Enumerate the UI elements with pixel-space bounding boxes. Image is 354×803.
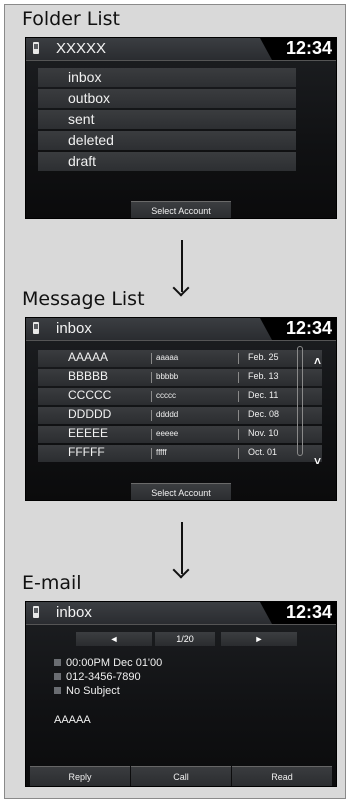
- read-button[interactable]: Read: [232, 766, 332, 786]
- divider: [238, 410, 239, 421]
- message-sender: EEEEE: [68, 426, 109, 440]
- message-date: Nov. 10: [248, 428, 279, 438]
- subject-icon: [54, 687, 61, 694]
- email-datetime: 00:00PM Dec 01'00: [66, 657, 163, 669]
- section-title-folder-list: Folder List: [22, 8, 120, 30]
- message-sender: FFFFF: [68, 445, 105, 459]
- message-sender: AAAAA: [68, 350, 109, 364]
- status-bar: inbox 12:34: [26, 318, 336, 341]
- folder-title: inbox: [56, 320, 92, 337]
- folder-item-outbox[interactable]: outbox: [38, 89, 296, 108]
- folder-label: deleted: [68, 132, 114, 148]
- status-bar: inbox 12:34: [26, 602, 336, 625]
- message-subject: ddddd: [156, 410, 179, 419]
- folder-item-sent[interactable]: sent: [38, 110, 296, 129]
- message-sender: BBBBB: [68, 369, 109, 383]
- email-subject-line: No Subject: [54, 685, 120, 697]
- phone-icon: [33, 606, 39, 618]
- folder-title: inbox: [56, 604, 92, 621]
- account-title: XXXXX: [56, 40, 107, 57]
- divider: [238, 429, 239, 440]
- clock-icon: [54, 659, 61, 666]
- divider: [151, 429, 152, 440]
- message-row[interactable]: AAAAA aaaaa Feb. 25: [38, 350, 322, 367]
- message-subject: fffff: [156, 448, 167, 457]
- select-account-button[interactable]: Select Account: [131, 201, 231, 218]
- message-date: Feb. 13: [248, 371, 279, 381]
- page-indicator: 1/20: [155, 632, 215, 646]
- message-subject: ccccc: [156, 391, 176, 400]
- email-screen: inbox 12:34 ◄ 1/20 ► 00:00PM Dec 01'00 0…: [26, 602, 336, 786]
- message-list-screen: inbox 12:34 AAAAA aaaaa Feb. 25 BBBBB bb…: [26, 318, 336, 500]
- message-date: Feb. 25: [248, 352, 279, 362]
- email-datetime-line: 00:00PM Dec 01'00: [54, 657, 162, 669]
- folder-label: inbox: [68, 69, 102, 85]
- message-row[interactable]: BBBBB bbbbb Feb. 13: [38, 369, 322, 386]
- folder-item-inbox[interactable]: inbox: [38, 68, 296, 87]
- email-phone: 012-3456-7890: [66, 671, 141, 683]
- message-row[interactable]: EEEEE eeeee Nov. 10: [38, 426, 322, 443]
- divider: [151, 448, 152, 459]
- email-body: AAAAA: [54, 714, 91, 726]
- message-row[interactable]: FFFFF fffff Oct. 01: [38, 445, 322, 462]
- divider: [151, 391, 152, 402]
- divider: [238, 391, 239, 402]
- email-nav-bar: ◄ 1/20 ►: [58, 632, 308, 646]
- phone-icon: [33, 322, 39, 334]
- divider: [151, 410, 152, 421]
- message-subject: aaaaa: [156, 353, 179, 362]
- message-date: Dec. 11: [248, 390, 279, 400]
- next-email-button[interactable]: ►: [221, 632, 297, 646]
- folder-item-deleted[interactable]: deleted: [38, 131, 296, 150]
- message-row[interactable]: CCCCC ccccc Dec. 11: [38, 388, 322, 405]
- message-subject: eeeee: [156, 429, 179, 438]
- folder-label: sent: [68, 111, 95, 127]
- message-row[interactable]: DDDDD ddddd Dec. 08: [38, 407, 322, 424]
- message-sender: DDDDD: [68, 407, 112, 421]
- scrollbar[interactable]: [297, 346, 303, 456]
- folder-item-draft[interactable]: draft: [38, 152, 296, 171]
- message-sender: CCCCC: [68, 388, 112, 402]
- folder-label: outbox: [68, 90, 111, 106]
- clock-tab: 12:34: [260, 602, 336, 624]
- divider: [238, 372, 239, 383]
- divider: [151, 353, 152, 364]
- status-bar: XXXXX 12:34: [26, 38, 336, 61]
- message-subject: bbbbb: [156, 372, 179, 381]
- email-action-bar: Reply Call Read: [26, 766, 336, 786]
- select-account-button[interactable]: Select Account: [131, 483, 231, 500]
- clock: 12:34: [285, 318, 332, 338]
- clock-tab: 12:34: [260, 318, 336, 340]
- email-subject: No Subject: [66, 685, 120, 697]
- section-title-email: E-mail: [22, 572, 82, 594]
- section-title-message-list: Message List: [22, 288, 145, 310]
- down-arrow-icon: [181, 522, 183, 574]
- phone-icon: [33, 42, 39, 54]
- email-phone-line: 012-3456-7890: [54, 671, 141, 683]
- divider: [238, 353, 239, 364]
- message-date: Dec. 08: [248, 409, 280, 419]
- folder-list-screen: XXXXX 12:34 inbox outbox sent deleted dr…: [26, 38, 336, 218]
- envelope-icon: [54, 673, 61, 680]
- call-button[interactable]: Call: [131, 766, 231, 786]
- clock: 12:34: [285, 602, 332, 622]
- message-date: Oct. 01: [248, 447, 278, 457]
- reply-button[interactable]: Reply: [30, 766, 130, 786]
- prev-email-button[interactable]: ◄: [76, 632, 152, 646]
- folder-label: draft: [68, 153, 97, 169]
- down-arrow-icon: [181, 240, 183, 292]
- divider: [238, 448, 239, 459]
- scroll-up-icon[interactable]: ˄: [314, 354, 321, 368]
- clock: 12:34: [285, 38, 332, 58]
- scroll-down-icon[interactable]: ˅: [314, 454, 321, 468]
- divider: [151, 372, 152, 383]
- clock-tab: 12:34: [260, 38, 336, 60]
